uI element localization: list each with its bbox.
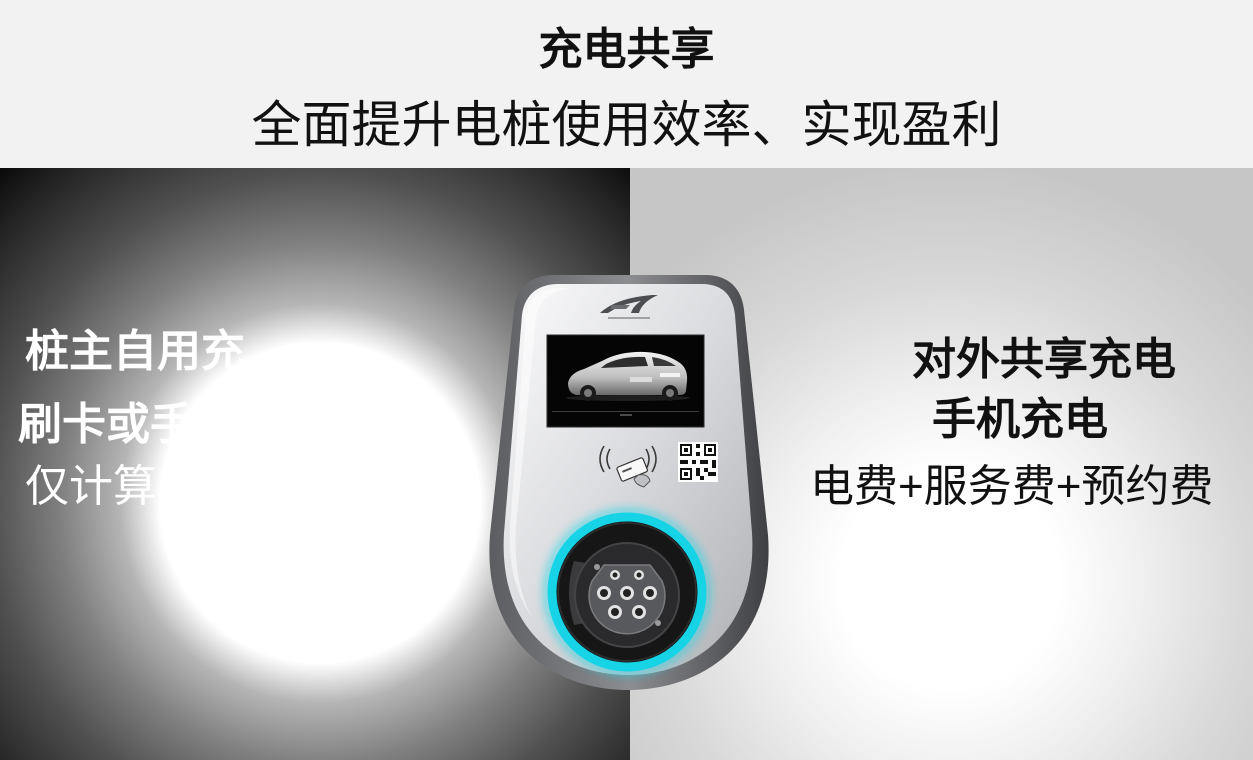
ev-charger-image	[489, 275, 769, 690]
charging-socket-icon	[542, 507, 712, 677]
shared-use-fee: 电费+服务费+预约费	[810, 462, 1214, 511]
shared-use-method: 手机充电	[932, 395, 1108, 444]
shared-use-heading: 对外共享充电	[912, 335, 1176, 384]
qr-code-icon	[678, 442, 718, 482]
owner-use-heading: 桩主自用充	[25, 327, 245, 376]
slide-subtitle: 全面提升电桩使用效率、实现盈利	[251, 97, 1002, 153]
owner-use-method: 刷卡或手	[18, 400, 194, 449]
slide-header: 充电共享 全面提升电桩使用效率、实现盈利	[0, 0, 1253, 168]
charger-screen	[546, 334, 705, 428]
slide-title: 充电共享	[538, 25, 715, 74]
owner-use-fee: 仅计算	[25, 462, 157, 511]
